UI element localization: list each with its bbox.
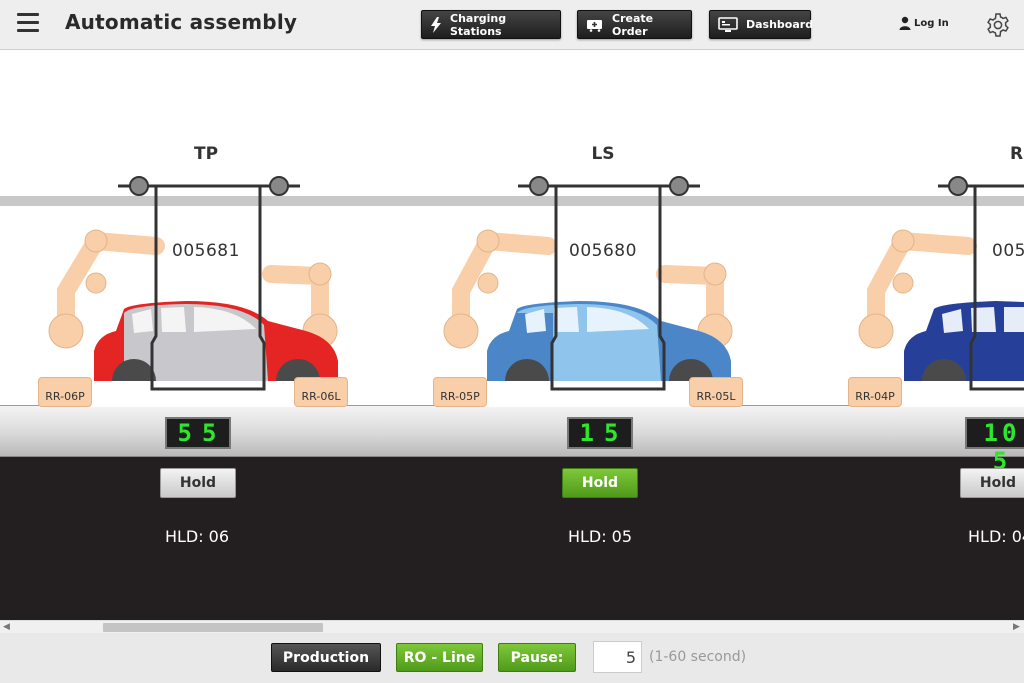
create-order-button[interactable]: Create Order — [577, 10, 692, 39]
gear-icon — [987, 13, 1009, 37]
create-order-label: Create Order — [612, 11, 654, 38]
pause-button[interactable]: Pause: — [498, 643, 576, 672]
robot-tag-left: RR-04P — [848, 377, 902, 407]
login-label: Log In — [914, 17, 949, 29]
charging-stations-label: Charging Stations — [450, 11, 507, 38]
settings-button[interactable] — [985, 12, 1011, 42]
pause-seconds-input[interactable] — [593, 641, 642, 673]
cycle-counter: 55 — [165, 417, 231, 449]
hold-button[interactable]: Hold — [160, 468, 236, 498]
robot-tag-left: RR-05P — [433, 377, 487, 407]
dashboard-button[interactable]: Dashboard — [709, 10, 814, 39]
dashboard-label: Dashboard — [746, 18, 814, 31]
hold-button-active[interactable]: Hold — [562, 468, 638, 498]
hld-label: HLD: 06 — [164, 527, 230, 546]
hold-button[interactable]: Hold — [960, 468, 1024, 498]
app-header: Automatic assembly Charging Stations Cre… — [0, 0, 1024, 50]
robot-tag-right: RR-06L — [294, 377, 348, 407]
login-link[interactable]: Log In — [899, 16, 949, 30]
scroll-left-icon[interactable]: ◀ — [3, 622, 10, 632]
hamburger-icon[interactable] — [17, 13, 39, 33]
monitor-icon — [718, 16, 738, 32]
order-number: 005681 — [172, 241, 240, 261]
assembly-scene: TP 005681 RR-06P RR-06L LS 005680 RR-05P… — [0, 51, 1024, 620]
cycle-counter: 10 5 — [965, 417, 1024, 475]
scroll-right-icon[interactable]: ▶ — [1013, 622, 1020, 632]
robot-tag-left: RR-06P — [38, 377, 92, 407]
cart-plus-icon — [587, 19, 602, 32]
cycle-counter: 15 — [567, 417, 633, 449]
charging-stations-button[interactable]: Charging Stations — [421, 10, 561, 39]
station-graphic — [858, 176, 1024, 407]
horizontal-scrollbar[interactable]: ◀ ▶ — [0, 620, 1024, 633]
hld-label: HLD: 05 — [567, 527, 633, 546]
scroll-thumb[interactable] — [103, 623, 323, 632]
production-button[interactable]: Production — [271, 643, 381, 672]
ro-line-button[interactable]: RO - Line — [396, 643, 483, 672]
hld-label: HLD: 04 — [968, 527, 1024, 546]
bottom-toolbar: Production RO - Line Pause: (1-60 second… — [0, 633, 1024, 683]
station-graphic — [48, 176, 346, 407]
robot-tag-right: RR-05L — [689, 377, 743, 407]
lightning-icon — [431, 16, 441, 33]
user-icon — [899, 16, 911, 30]
pause-hint: (1-60 second) — [649, 649, 747, 665]
order-number: 005680 — [569, 241, 637, 261]
order-number: 005 — [992, 241, 1024, 261]
page-title: Automatic assembly — [65, 10, 298, 34]
station-graphic — [443, 176, 739, 407]
